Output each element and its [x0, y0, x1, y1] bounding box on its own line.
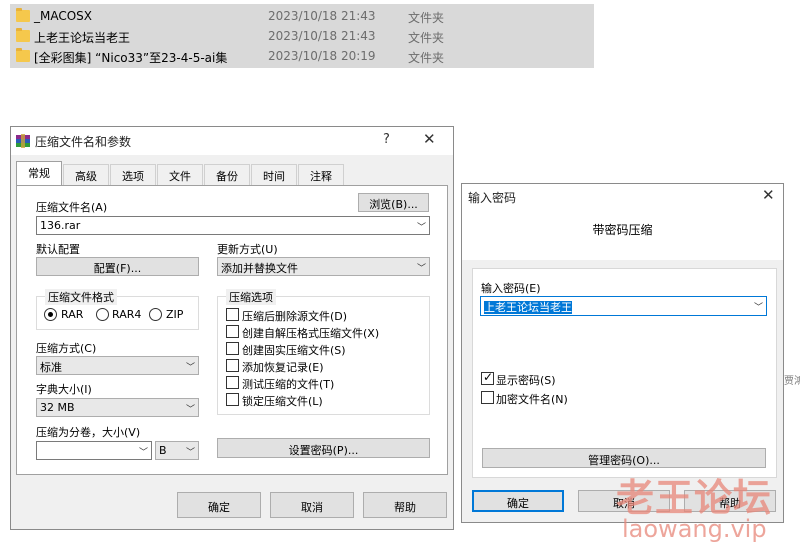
- update-mode-select[interactable]: 添加并替换文件 ﹀: [217, 257, 430, 276]
- tab-comment[interactable]: 注释: [298, 164, 344, 185]
- encrypt-names-label: 加密文件名(N): [496, 393, 568, 406]
- file-row[interactable]: [全彩图集] “Nico33”至23-4-5-ai集 2023/10/18 20…: [10, 46, 594, 66]
- split-unit-value: B: [159, 444, 167, 457]
- password-dialog-title: 输入密码: [468, 191, 517, 205]
- chevron-down-icon[interactable]: ﹀: [186, 402, 195, 415]
- tab-backup[interactable]: 备份: [204, 164, 250, 185]
- help-button[interactable]: 帮助: [363, 492, 447, 518]
- close-icon[interactable]: ✕: [762, 186, 775, 204]
- format-group-title: 压缩文件格式: [45, 289, 117, 305]
- password-dialog-header: 带密码压缩: [462, 210, 783, 260]
- option-label: 创建固实压缩文件(S): [242, 344, 346, 357]
- option-checkbox[interactable]: [226, 393, 239, 406]
- file-type: 文件夹: [408, 51, 445, 65]
- password-dialog-titlebar[interactable]: 输入密码 ✕: [462, 184, 783, 210]
- winrar-icon: [16, 134, 30, 148]
- options-group-title: 压缩选项: [226, 289, 276, 305]
- tab-general[interactable]: 常规: [16, 161, 62, 186]
- watermark-title: 老王论坛: [616, 476, 773, 520]
- dict-select[interactable]: 32 MB ﹀: [36, 398, 199, 417]
- option-label: 创建自解压格式压缩文件(X): [242, 327, 380, 340]
- file-list: _MACOSX 2023/10/18 21:43 文件夹 上老王论坛当老王 20…: [10, 4, 594, 68]
- file-date: 2023/10/18 21:43: [268, 9, 376, 23]
- password-input[interactable]: 上老王论坛当老王 ﹀: [480, 296, 767, 316]
- encrypt-names-checkbox[interactable]: [481, 391, 494, 404]
- set-password-button[interactable]: 设置密码(P)...: [217, 438, 430, 458]
- split-label: 压缩为分卷，大小(V): [36, 426, 141, 439]
- folder-icon: [16, 28, 30, 42]
- tab-advanced[interactable]: 高级: [63, 164, 109, 185]
- option-checkbox[interactable]: [226, 308, 239, 321]
- default-config-label: 默认配置: [36, 243, 80, 256]
- option-label: 测试压缩的文件(T): [242, 378, 335, 391]
- browse-button[interactable]: 浏览(B)...: [358, 193, 429, 212]
- radio-rar4[interactable]: [96, 308, 109, 321]
- config-button[interactable]: 配置(F)...: [36, 257, 199, 276]
- chevron-down-icon[interactable]: ﹀: [417, 261, 426, 274]
- show-password-checkbox[interactable]: [481, 370, 494, 385]
- chevron-down-icon[interactable]: ﹀: [139, 445, 148, 458]
- file-name: 上老王论坛当老王: [34, 31, 131, 45]
- folder-icon: [16, 48, 30, 62]
- option-label: 压缩后删除源文件(D): [242, 310, 348, 323]
- split-size-input[interactable]: ﹀: [36, 441, 152, 460]
- file-row[interactable]: 上老王论坛当老王 2023/10/18 21:43 文件夹: [10, 26, 594, 46]
- chevron-down-icon[interactable]: ﹀: [754, 300, 763, 313]
- option-checkbox[interactable]: [226, 359, 239, 372]
- option-label: 添加恢复记录(E): [242, 361, 324, 374]
- file-type: 文件夹: [408, 31, 445, 45]
- file-row[interactable]: _MACOSX 2023/10/18 21:43 文件夹: [10, 6, 594, 26]
- file-name: _MACOSX: [34, 9, 93, 23]
- chevron-down-icon[interactable]: ﹀: [186, 445, 195, 458]
- tab-time[interactable]: 时间: [251, 164, 297, 185]
- update-mode-label: 更新方式(U): [217, 243, 278, 256]
- ok-button[interactable]: 确定: [177, 492, 261, 518]
- file-name: [全彩图集] “Nico33”至23-4-5-ai集: [34, 51, 228, 65]
- watermark-url: laowang.vip: [622, 515, 767, 543]
- archive-name-value: 136.rar: [40, 219, 81, 232]
- dict-label: 字典大小(I): [36, 383, 92, 396]
- password-ok-button[interactable]: 确定: [472, 490, 564, 512]
- cancel-button[interactable]: 取消: [270, 492, 354, 518]
- method-select[interactable]: 标准 ﹀: [36, 356, 199, 375]
- archive-name-input[interactable]: 136.rar ﹀: [36, 216, 430, 235]
- option-label: 锁定压缩文件(L): [242, 395, 323, 408]
- chevron-down-icon[interactable]: ﹀: [417, 220, 426, 233]
- update-mode-value: 添加并替换文件: [221, 262, 298, 275]
- password-value: 上老王论坛当老王: [484, 301, 572, 314]
- method-label: 压缩方式(C): [36, 342, 97, 355]
- close-icon[interactable]: ✕: [423, 130, 436, 148]
- background-text-fragment: 贾鴻: [784, 376, 800, 387]
- option-checkbox[interactable]: [226, 325, 239, 338]
- archive-dialog-title: 压缩文件名和参数: [35, 135, 132, 149]
- manage-passwords-button[interactable]: 管理密码(O)...: [482, 448, 766, 468]
- radio-rar-label: RAR: [61, 308, 84, 321]
- radio-zip-label: ZIP: [166, 308, 184, 321]
- file-date: 2023/10/18 20:19: [268, 49, 376, 63]
- radio-rar[interactable]: [44, 308, 57, 321]
- split-unit-select[interactable]: B ﹀: [155, 441, 199, 460]
- file-date: 2023/10/18 21:43: [268, 29, 376, 43]
- folder-icon: [16, 8, 30, 22]
- password-label: 输入密码(E): [481, 282, 541, 295]
- archive-dialog-titlebar[interactable]: 压缩文件名和参数 ? ✕: [11, 127, 453, 155]
- file-type: 文件夹: [408, 11, 445, 25]
- method-value: 标准: [40, 361, 62, 374]
- radio-zip[interactable]: [149, 308, 162, 321]
- tab-files[interactable]: 文件: [157, 164, 203, 185]
- chevron-down-icon[interactable]: ﹀: [186, 360, 195, 373]
- tab-options[interactable]: 选项: [110, 164, 156, 185]
- show-password-label: 显示密码(S): [496, 374, 556, 387]
- option-checkbox[interactable]: [226, 342, 239, 355]
- option-checkbox[interactable]: [226, 376, 239, 389]
- radio-rar4-label: RAR4: [112, 308, 142, 321]
- help-icon[interactable]: ?: [383, 132, 390, 147]
- archive-name-label: 压缩文件名(A): [36, 201, 108, 214]
- dict-value: 32 MB: [40, 401, 75, 414]
- password-dialog-heading: 带密码压缩: [592, 223, 653, 237]
